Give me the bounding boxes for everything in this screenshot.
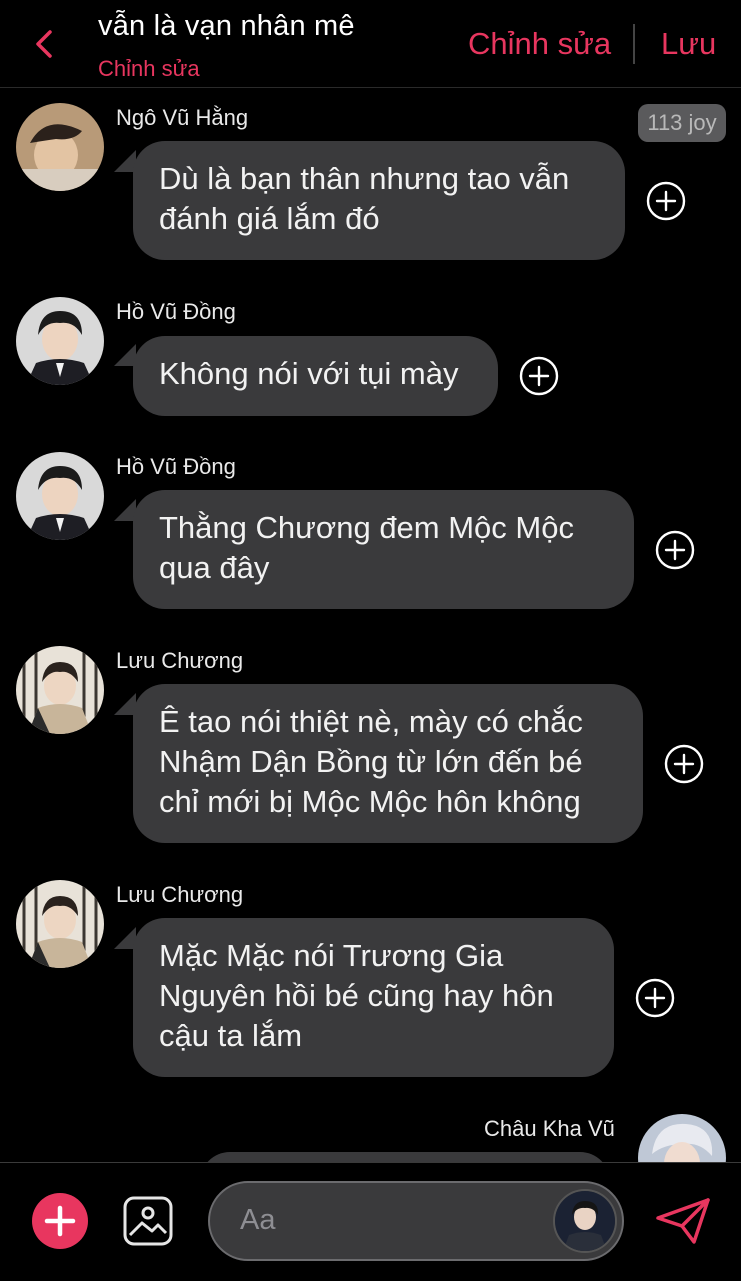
sender-name: Lưu Chương bbox=[116, 648, 244, 673]
message-bubble[interactable]: Không nói với tụi mày bbox=[133, 336, 498, 416]
chat-title: vẫn là vạn nhân mê bbox=[98, 10, 355, 42]
message-bubble[interactable]: Dù là bạn thân nhưng tao vẫn đánh giá lắ… bbox=[133, 141, 625, 260]
message-bubble[interactable]: Ê tao nói thiệt nè, mày có chắc Nhậm Dận… bbox=[133, 684, 643, 843]
save-button[interactable]: Lưu bbox=[661, 26, 716, 62]
message-line: Nguyên hồi bé cũng hay hôn bbox=[159, 978, 554, 1013]
chat-header: vẫn là vạn nhân mê Chỉnh sửa Chỉnh sửa L… bbox=[0, 0, 741, 88]
add-button[interactable] bbox=[32, 1193, 88, 1249]
plus-circle-icon[interactable] bbox=[646, 181, 686, 221]
message-line: Mặc Mặc nói Trương Gia bbox=[159, 938, 504, 973]
plus-icon bbox=[44, 1205, 76, 1237]
avatar[interactable] bbox=[16, 452, 104, 540]
message-line: đánh giá lắm đó bbox=[159, 201, 380, 236]
plus-circle-icon[interactable] bbox=[655, 530, 695, 570]
send-icon[interactable] bbox=[654, 1196, 712, 1246]
header-divider bbox=[633, 24, 635, 64]
avatar[interactable] bbox=[16, 646, 104, 734]
sender-name: Lưu Chương bbox=[116, 882, 244, 907]
message-bubble[interactable]: Mặc Mặc nói Trương Gia Nguyên hồi bé cũn… bbox=[133, 918, 614, 1077]
sender-name: Hồ Vũ Đồng bbox=[116, 299, 236, 324]
message-line: qua đây bbox=[159, 550, 270, 585]
plus-circle-icon[interactable] bbox=[664, 744, 704, 784]
avatar[interactable] bbox=[553, 1189, 617, 1253]
image-icon[interactable] bbox=[122, 1195, 174, 1247]
joy-badge: 113 joy bbox=[638, 104, 726, 142]
message-line: cậu ta lắm bbox=[159, 1018, 303, 1053]
message-line: Ê tao nói thiệt nè, mày có chắc bbox=[159, 704, 583, 739]
message-bubble[interactable]: Thằng Chương đem Mộc Mộc qua đây bbox=[133, 490, 634, 609]
sender-name: Hồ Vũ Đồng bbox=[116, 454, 236, 479]
message-line: Nhậm Dận Bồng từ lớn đến bé bbox=[159, 744, 583, 779]
message-line: Dù là bạn thân nhưng tao vẫn bbox=[159, 161, 570, 196]
message-line: Thằng Chương đem Mộc Mộc bbox=[159, 510, 574, 545]
message-line: chỉ mới bị Mộc Mộc hôn không bbox=[159, 784, 581, 819]
message-line: Không nói với tụi mày bbox=[159, 356, 459, 391]
plus-circle-icon[interactable] bbox=[519, 356, 559, 396]
sender-name: Châu Kha Vũ bbox=[484, 1116, 615, 1141]
message-input-placeholder: Aa bbox=[240, 1204, 276, 1236]
avatar[interactable] bbox=[16, 297, 104, 385]
sender-name: Ngô Vũ Hằng bbox=[116, 105, 249, 130]
chat-subtitle[interactable]: Chỉnh sửa bbox=[98, 56, 200, 82]
chevron-left-icon[interactable] bbox=[28, 26, 62, 62]
avatar[interactable] bbox=[16, 880, 104, 968]
edit-button[interactable]: Chỉnh sửa bbox=[468, 26, 611, 62]
avatar[interactable] bbox=[16, 103, 104, 191]
plus-circle-icon[interactable] bbox=[635, 978, 675, 1018]
